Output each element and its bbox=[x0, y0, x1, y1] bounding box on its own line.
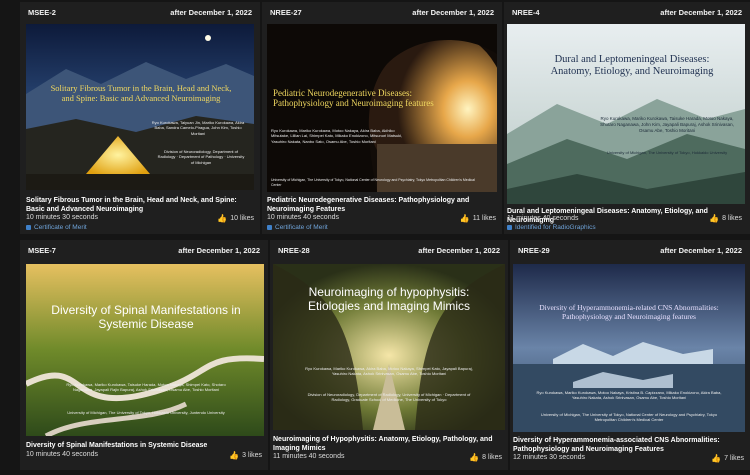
release-date: after December 1, 2022 bbox=[660, 7, 742, 17]
card-header: NREE-29 after December 1, 2022 bbox=[510, 240, 750, 260]
likes-count[interactable]: 👍 8 likes bbox=[709, 214, 742, 223]
likes-label: 8 likes bbox=[722, 215, 742, 222]
thumbs-up-icon: 👍 bbox=[469, 453, 480, 462]
poster-code: MSEE-7 bbox=[28, 245, 56, 255]
slide-affiliation: Division of Neuroradiology, Department o… bbox=[157, 149, 245, 165]
likes-label: 10 likes bbox=[230, 215, 254, 222]
poster-thumbnail[interactable]: Diversity of Hyperammonemia-related CNS … bbox=[513, 264, 745, 432]
poster-code: MSEE-2 bbox=[28, 7, 56, 17]
thumbs-up-icon: 👍 bbox=[217, 214, 228, 223]
poster-card[interactable]: NREE-28 after December 1, 2022 Neuroimag… bbox=[270, 240, 508, 470]
slide-affiliation: University of Michigan, The University o… bbox=[540, 412, 718, 423]
poster-title[interactable]: Neuroimaging of Hypophysitis: Anatomy, E… bbox=[273, 435, 505, 453]
poster-code: NREE-28 bbox=[278, 245, 310, 255]
poster-duration: 11 minutes 40 seconds bbox=[273, 453, 345, 460]
poster-thumbnail[interactable]: Pediatric Neurodegenerative Diseases: Pa… bbox=[267, 24, 497, 192]
award-label: Certificate of Merit bbox=[34, 224, 87, 231]
slide-title: Pediatric Neurodegenerative Diseases: Pa… bbox=[273, 88, 434, 109]
award-label: Certificate of Merit bbox=[275, 224, 328, 231]
card-header: MSEE-2 after December 1, 2022 bbox=[20, 2, 260, 22]
slide-title: Solitary Fibrous Tumor in the Brain, Hea… bbox=[50, 83, 232, 103]
thumbs-up-icon: 👍 bbox=[229, 451, 240, 460]
likes-count[interactable]: 👍 8 likes bbox=[469, 453, 502, 462]
poster-duration: 12 minutes 30 seconds bbox=[513, 454, 585, 461]
award-badge: Identified for RadioGraphics bbox=[507, 224, 596, 231]
release-date: after December 1, 2022 bbox=[660, 245, 742, 255]
poster-title[interactable]: Diversity of Spinal Manifestations in Sy… bbox=[26, 441, 262, 450]
slide-title: Dural and Leptomeningeal Diseases: Anato… bbox=[550, 54, 714, 78]
card-header: NREE-28 after December 1, 2022 bbox=[270, 240, 508, 260]
poster-thumbnail[interactable]: Diversity of Spinal Manifestations in Sy… bbox=[26, 264, 264, 436]
slide-affiliation: University of Michigan, The University o… bbox=[271, 178, 475, 187]
poster-title[interactable]: Diversity of Hyperammonemia-associated C… bbox=[513, 436, 749, 454]
icebergs-image bbox=[513, 264, 745, 432]
poster-title[interactable]: Solitary Fibrous Tumor in the Brain, Hea… bbox=[26, 196, 254, 214]
likes-count[interactable]: 👍 11 likes bbox=[460, 214, 496, 223]
release-date: after December 1, 2022 bbox=[178, 245, 260, 255]
card-header: MSEE-7 after December 1, 2022 bbox=[20, 240, 268, 260]
card-header: NREE-27 after December 1, 2022 bbox=[262, 2, 502, 22]
likes-label: 3 likes bbox=[242, 452, 262, 459]
likes-label: 8 likes bbox=[482, 454, 502, 461]
card-header: NREE-4 after December 1, 2022 bbox=[504, 2, 750, 22]
slide-authors: Ryo Kurokawa, Taiyuan Jin, Mariko Kuroka… bbox=[151, 120, 245, 136]
poster-duration: 10 minutes 30 seconds bbox=[26, 214, 98, 221]
award-icon bbox=[267, 225, 272, 230]
release-date: after December 1, 2022 bbox=[170, 7, 252, 17]
thumbs-up-icon: 👍 bbox=[459, 214, 470, 223]
award-icon bbox=[26, 225, 31, 230]
poster-thumbnail[interactable]: Solitary Fibrous Tumor in the Brain, Hea… bbox=[26, 24, 254, 190]
release-date: after December 1, 2022 bbox=[418, 245, 500, 255]
award-icon bbox=[507, 225, 512, 230]
poster-duration: 10 minutes 40 seconds bbox=[267, 214, 339, 221]
misty-mountains-image bbox=[507, 24, 745, 204]
release-date: after December 1, 2022 bbox=[412, 7, 494, 17]
poster-title[interactable]: Pediatric Neurodegenerative Diseases: Pa… bbox=[267, 196, 497, 214]
likes-count[interactable]: 👍 3 likes bbox=[229, 451, 262, 460]
thumbs-up-icon: 👍 bbox=[709, 214, 720, 223]
likes-count[interactable]: 👍 7 likes bbox=[711, 454, 744, 463]
slide-authors: Ryo Kurokawa, Mariko Kurokawa, Taisuke H… bbox=[66, 382, 226, 393]
slide-affiliation: University of Michigan, The University o… bbox=[606, 150, 728, 155]
slide-title: Diversity of Hyperammonemia-related CNS … bbox=[539, 303, 719, 321]
slide-affiliation: Division of Neuroradiology, Department o… bbox=[307, 392, 471, 403]
slide-authors: Ryo Kurokawa, Mariko Kurokawa, Akira Bab… bbox=[305, 366, 473, 377]
likes-label: 11 likes bbox=[472, 215, 496, 222]
award-badge: Certificate of Merit bbox=[26, 224, 87, 231]
slide-title: Neuroimaging of hypophysitis: Etiologies… bbox=[307, 285, 471, 313]
slide-authors: Ryo Kurokawa, Mariko Kurokawa, Motoo Nak… bbox=[271, 128, 403, 144]
poster-duration: 10 minutes 40 seconds bbox=[26, 451, 98, 458]
thumbs-up-icon: 👍 bbox=[711, 454, 722, 463]
poster-thumbnail[interactable]: Neuroimaging of hypophysitis: Etiologies… bbox=[273, 264, 505, 430]
poster-code: NREE-4 bbox=[512, 7, 540, 17]
award-label: Identified for RadioGraphics bbox=[515, 224, 596, 231]
award-badge: Certificate of Merit bbox=[267, 224, 328, 231]
likes-count[interactable]: 👍 10 likes bbox=[217, 214, 254, 223]
poster-code: NREE-27 bbox=[270, 7, 302, 17]
slide-authors: Ryo Kurokawa, Mariko Kurokawa, Taisuke H… bbox=[600, 116, 734, 134]
slide-affiliation: University of Michigan, The University o… bbox=[67, 410, 225, 415]
poster-card[interactable]: NREE-29 after December 1, 2022 Diversity… bbox=[510, 240, 750, 470]
poster-code: NREE-29 bbox=[518, 245, 550, 255]
poster-card[interactable]: MSEE-2 after December 1, 2022 Solitary F… bbox=[20, 2, 260, 234]
poster-card[interactable]: NREE-27 after December 1, 2022 Pediatric… bbox=[262, 2, 502, 234]
poster-duration: 11 minutes 40 seconds bbox=[507, 215, 579, 222]
poster-thumbnail[interactable]: Dural and Leptomeningeal Diseases: Anato… bbox=[507, 24, 745, 204]
poster-card[interactable]: MSEE-7 after December 1, 2022 Diversity … bbox=[20, 240, 268, 470]
likes-label: 7 likes bbox=[724, 455, 744, 462]
slide-authors: Ryo Kurokawa, Mariko Kurokawa, Motoo Nak… bbox=[536, 390, 722, 401]
poster-card[interactable]: NREE-4 after December 1, 2022 Dural and … bbox=[504, 2, 750, 234]
slide-title: Diversity of Spinal Manifestations in Sy… bbox=[51, 303, 241, 331]
